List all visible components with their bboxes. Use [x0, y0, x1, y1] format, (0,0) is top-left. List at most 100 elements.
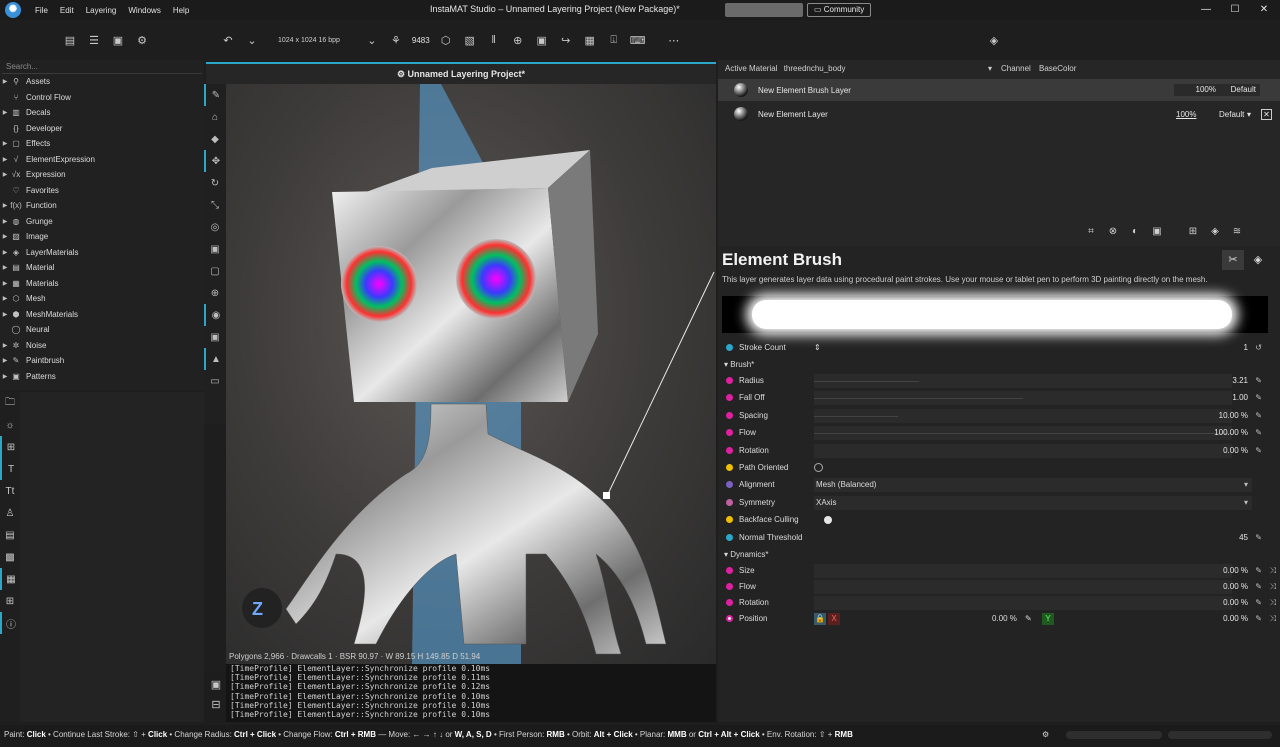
eraser-tool-icon[interactable]: ◆	[204, 128, 226, 150]
clipboard-tool-icon[interactable]: ▢	[204, 260, 226, 282]
menu-windows[interactable]: Windows	[122, 6, 166, 15]
backface-culling-toggle[interactable]	[824, 515, 832, 524]
eye-tool-icon[interactable]: ◉	[204, 304, 226, 326]
layer-add-icon[interactable]: ≋	[1226, 226, 1248, 237]
sidebar-item-function[interactable]: ▶ f(x) Function	[0, 198, 204, 214]
layers-view-icon[interactable]: ◈	[1248, 250, 1268, 270]
expand-arrow-icon[interactable]: ▶	[0, 78, 10, 85]
param-value[interactable]: 10.00 %	[1219, 411, 1248, 420]
layer-row-element[interactable]: New Element Layer 100% Default ▾ ✕	[718, 103, 1280, 125]
sidebar-item-image[interactable]: ▶ ▨ Image	[0, 229, 204, 245]
pattern-icon[interactable]: ▩	[0, 546, 20, 568]
active-material-select[interactable]: threednchu_body	[784, 64, 846, 73]
brush-tool-icon[interactable]: ✎	[204, 84, 226, 106]
param-value[interactable]: 0.00 %	[1223, 598, 1248, 607]
path-oriented-toggle[interactable]	[814, 463, 823, 472]
resolution-select[interactable]: 1024 x 1024 16 bpp	[278, 37, 340, 44]
stroke-count-value[interactable]: 1	[1244, 343, 1248, 352]
layer-stack-icon[interactable]: ◈	[1204, 226, 1226, 237]
edit-pencil-icon[interactable]: ✎	[1255, 428, 1262, 437]
layout-icon[interactable]: ⊞	[0, 590, 20, 612]
expand-arrow-icon[interactable]: ▶	[0, 280, 10, 287]
sidebar-item-materials[interactable]: ▶ ▦ Materials	[0, 276, 204, 292]
layer-row-brush[interactable]: New Element Brush Layer 100% Default	[718, 79, 1280, 101]
param-value[interactable]: 0.00 %	[1223, 566, 1248, 575]
list-view-icon[interactable]: ☰	[84, 30, 104, 50]
randomize-icon[interactable]: ⤨	[1270, 566, 1276, 576]
console-terminal-icon[interactable]: ▣	[206, 674, 226, 694]
sidebar-item-elementexpression[interactable]: ▶ √ ElementExpression	[0, 152, 204, 168]
undo-icon[interactable]: ↶	[218, 30, 238, 50]
dynamics-group-header[interactable]: ▾ Dynamics*	[724, 550, 768, 559]
stroke-count-stepper-icon[interactable]: ⇕	[814, 343, 821, 352]
edit-pencil-icon[interactable]: ✎	[1255, 598, 1262, 607]
cube-icon[interactable]: ⬡	[436, 30, 456, 50]
layers-stack-icon[interactable]: ◈	[984, 30, 1004, 50]
expand-arrow-icon[interactable]: ▶	[0, 295, 10, 302]
graph-icon[interactable]: ⊞	[0, 436, 20, 458]
expand-arrow-icon[interactable]: ▶	[0, 109, 10, 116]
sidebar-item-favorites[interactable]: ♡ Favorites	[0, 183, 204, 199]
randomize-icon[interactable]: ⤨	[1270, 614, 1276, 624]
param-slider[interactable]	[814, 595, 1232, 610]
edit-pencil-icon[interactable]: ✎	[1255, 411, 1262, 420]
sidebar-item-patterns[interactable]: ▶ ▣ Patterns	[0, 369, 204, 385]
guide-handle[interactable]	[603, 492, 610, 499]
param-slider[interactable]	[814, 579, 1232, 594]
table-icon[interactable]: ▤	[0, 524, 20, 546]
crosshair-tool-icon[interactable]: ⊕	[204, 282, 226, 304]
edit-pencil-icon[interactable]: ✎	[1255, 376, 1262, 385]
grid-icon[interactable]: ▦	[0, 568, 20, 590]
folder-icon[interactable]: 🗀	[0, 392, 20, 414]
active-material-chevron-icon[interactable]: ▾	[988, 64, 992, 73]
channel-select[interactable]: BaseColor	[1039, 64, 1076, 73]
sidebar-item-noise[interactable]: ▶ ✲ Noise	[0, 338, 204, 354]
sidebar-item-paintbrush[interactable]: ▶ ✎ Paintbrush	[0, 353, 204, 369]
image-channel-icon[interactable]: ▣	[1146, 226, 1168, 237]
param-slider[interactable]	[814, 408, 1232, 423]
edit-pencil-icon[interactable]: ✎	[1255, 566, 1262, 575]
expand-arrow-icon[interactable]: ▶	[0, 140, 10, 147]
rotate-tool-icon[interactable]: ↻	[204, 172, 226, 194]
library-search[interactable]: Search...	[2, 60, 202, 74]
sidebar-item-expression[interactable]: ▶ √x Expression	[0, 167, 204, 183]
save-tool-icon[interactable]: ▣	[204, 238, 226, 260]
terminal-icon[interactable]: ⌨	[628, 30, 648, 50]
normal-threshold-value[interactable]: 45	[1239, 533, 1248, 542]
layer-blend-chevron-icon[interactable]: ▾	[1247, 110, 1251, 119]
param-slider[interactable]	[814, 563, 1232, 578]
param-value[interactable]: 3.21	[1232, 376, 1248, 385]
console-network-icon[interactable]: ⊟	[206, 694, 226, 714]
param-value[interactable]: 100.00 %	[1214, 428, 1248, 437]
split-view-icon[interactable]: ‖	[484, 30, 504, 50]
expand-arrow-icon[interactable]: ▶	[0, 171, 10, 178]
expand-arrow-icon[interactable]: ▶	[0, 202, 10, 209]
edit-pencil-icon[interactable]: ✎	[1255, 533, 1262, 542]
community-button[interactable]: ▭ Community	[807, 3, 872, 17]
edit-pencil-icon[interactable]: ✎	[1255, 614, 1262, 623]
sidebar-item-effects[interactable]: ▶ ▢ Effects	[0, 136, 204, 152]
viewport-tab[interactable]: ⚙ Unnamed Layering Project*	[206, 62, 716, 84]
person-icon[interactable]: ♙	[0, 502, 20, 524]
sidebar-item-material[interactable]: ▶ ▤ Material	[0, 260, 204, 276]
layer-delete-icon[interactable]: ✕	[1261, 108, 1272, 120]
library-icon[interactable]: ▤	[60, 30, 80, 50]
expand-arrow-icon[interactable]: ▶	[0, 218, 10, 225]
new-folder-icon[interactable]: ⊞	[1182, 226, 1204, 237]
layer-opacity[interactable]: 100%	[1174, 84, 1220, 96]
image-icon[interactable]: ▧	[460, 30, 480, 50]
settings-icon[interactable]: ⚙	[132, 30, 152, 50]
status-settings-icon[interactable]: ⚙	[1042, 725, 1049, 745]
sidebar-item-mesh[interactable]: ▶ ⬡ Mesh	[0, 291, 204, 307]
presentation-tool-icon[interactable]: ▭	[204, 370, 226, 392]
save-icon[interactable]: ▣	[532, 30, 552, 50]
text-icon[interactable]: T	[0, 458, 20, 480]
param-value[interactable]: 0.00 %	[1223, 582, 1248, 591]
move-tool-icon[interactable]: ✥	[204, 150, 226, 172]
undo-history-chevron-icon[interactable]: ⌄	[242, 30, 262, 50]
sidebar-item-developer[interactable]: {} Developer	[0, 121, 204, 137]
lightbulb-icon[interactable]: ☼	[0, 414, 20, 436]
edit-pencil-icon[interactable]: ✎	[1255, 393, 1262, 402]
layer-opacity[interactable]: 100%	[1176, 110, 1196, 119]
more-options-icon[interactable]: ⋯	[664, 30, 684, 50]
